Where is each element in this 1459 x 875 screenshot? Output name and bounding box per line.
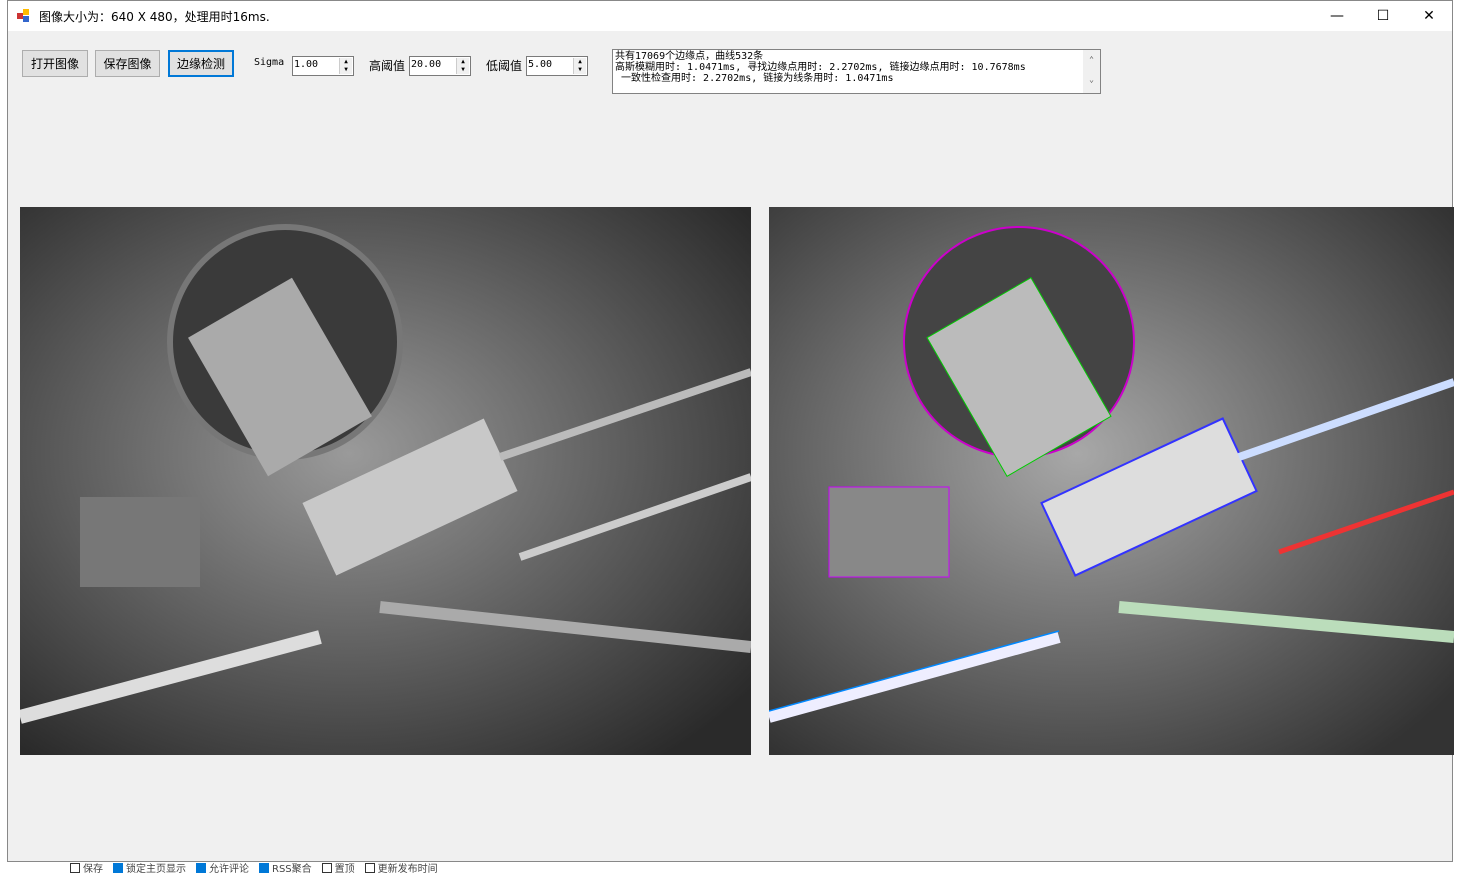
maximize-button[interactable]: ☐ (1360, 1, 1406, 31)
open-image-button[interactable]: 打开图像 (22, 50, 88, 77)
sigma-input[interactable]: 1.00 ▲ ▼ (292, 56, 354, 76)
source-image (20, 207, 751, 755)
high-threshold-value: 20.00 (411, 59, 442, 70)
high-threshold-label: 高阈值 (369, 59, 406, 73)
sigma-value: 1.00 (294, 59, 319, 70)
spin-arrows-icon[interactable]: ▲ ▼ (456, 58, 469, 74)
sigma-label: Sigma (254, 57, 285, 68)
title-bar: 图像大小为：640 X 480，处理用时16ms. — ☐ ✕ (8, 1, 1452, 31)
edge-result-image (769, 207, 1454, 755)
edge-detect-button[interactable]: 边缘检测 (168, 50, 234, 77)
info-line: 一致性检查用时: 2.2702ms, 链接为线条用时: 1.0471ms (615, 73, 894, 84)
save-image-button[interactable]: 保存图像 (95, 50, 160, 77)
window-title: 图像大小为：640 X 480，处理用时16ms. (39, 9, 270, 24)
low-threshold-value: 5.00 (528, 59, 553, 70)
high-threshold-input[interactable]: 20.00 ▲ ▼ (409, 56, 471, 76)
spin-arrows-icon[interactable]: ▲ ▼ (573, 58, 586, 74)
spin-arrows-icon[interactable]: ▲ ▼ (339, 58, 352, 74)
low-threshold-label: 低阈值 (486, 59, 523, 73)
info-line: 高斯模糊用时: 1.0471ms, 寻找边缘点用时: 2.2702ms, 链接边… (615, 62, 1026, 73)
info-textbox[interactable]: 共有17069个边缘点，曲线532条 高斯模糊用时: 1.0471ms, 寻找边缘… (612, 49, 1101, 94)
low-threshold-input[interactable]: 5.00 ▲ ▼ (526, 56, 588, 76)
close-button[interactable]: ✕ (1406, 1, 1452, 31)
scrollbar[interactable]: ⌃ ⌄ (1083, 50, 1100, 93)
main-window: 图像大小为：640 X 480，处理用时16ms. — ☐ ✕ 打开图像 保存图… (7, 0, 1454, 862)
app-icon (17, 9, 31, 23)
info-line: 共有17069个边缘点，曲线532条 (615, 51, 764, 62)
minimize-button[interactable]: — (1314, 1, 1360, 31)
